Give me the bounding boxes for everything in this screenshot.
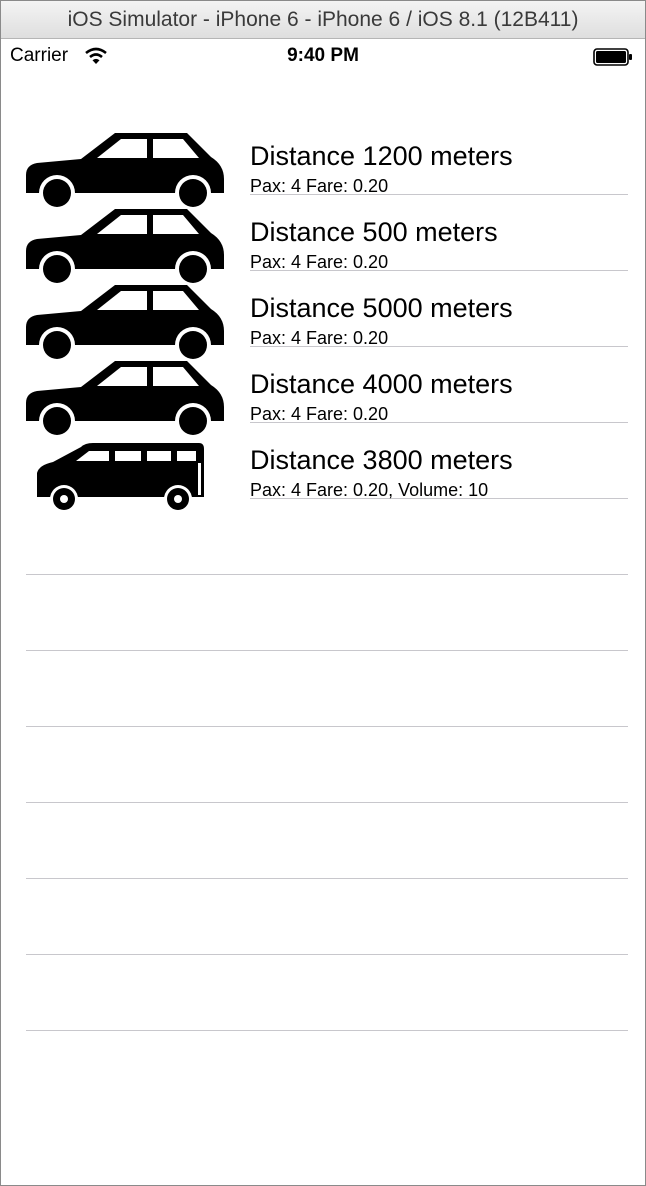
- row-title: Distance 5000 meters: [250, 293, 513, 323]
- battery-icon: [593, 48, 632, 66]
- row-title: Distance 4000 meters: [250, 369, 513, 399]
- row-subtitle: Pax: 4 Fare: 0.20: [250, 404, 389, 424]
- row-subtitle: Pax: 4 Fare: 0.20: [250, 176, 389, 196]
- table-row[interactable]: Distance 500 meters Pax: 4 Fare: 0.20: [1, 195, 645, 287]
- status-time: 9:40 PM: [287, 45, 359, 66]
- row-separator: [26, 1030, 628, 1031]
- row-title: Distance 3800 meters: [250, 445, 513, 475]
- row-subtitle: Pax: 4 Fare: 0.20, Volume: 10: [250, 480, 489, 500]
- window-title-bar[interactable]: iOS Simulator - iPhone 6 - iPhone 6 / iO…: [1, 1, 645, 39]
- row-subtitle: Pax: 4 Fare: 0.20: [250, 328, 389, 348]
- empty-row: [1, 575, 645, 651]
- empty-row: [1, 499, 645, 575]
- simulator-window: iOS Simulator - iPhone 6 - iPhone 6 / iO…: [0, 0, 646, 1186]
- table-row[interactable]: Distance 3800 meters Pax: 4 Fare: 0.20, V…: [1, 423, 645, 513]
- empty-row: [1, 955, 645, 1031]
- row-subtitle: Pax: 4 Fare: 0.20: [250, 252, 389, 272]
- empty-row: [1, 879, 645, 955]
- row-title: Distance 500 meters: [250, 217, 498, 247]
- row-title: Distance 1200 meters: [250, 141, 513, 171]
- empty-row: [1, 803, 645, 879]
- table-row[interactable]: Distance 1200 meters Pax: 4 Fare: 0.20: [1, 119, 645, 211]
- table-row[interactable]: Distance 4000 meters Pax: 4 Fare: 0.20: [1, 347, 645, 439]
- table-row[interactable]: Distance 5000 meters Pax: 4 Fare: 0.20: [1, 271, 645, 363]
- status-bar: Carrier 9:40 PM: [1, 39, 645, 75]
- window-title: iOS Simulator - iPhone 6 - iPhone 6 / iO…: [67, 8, 579, 31]
- empty-row: [1, 727, 645, 803]
- empty-row: [1, 651, 645, 727]
- rides-table: Distance 1200 meters Pax: 4 Fare: 0.20 Dis…: [1, 119, 645, 1031]
